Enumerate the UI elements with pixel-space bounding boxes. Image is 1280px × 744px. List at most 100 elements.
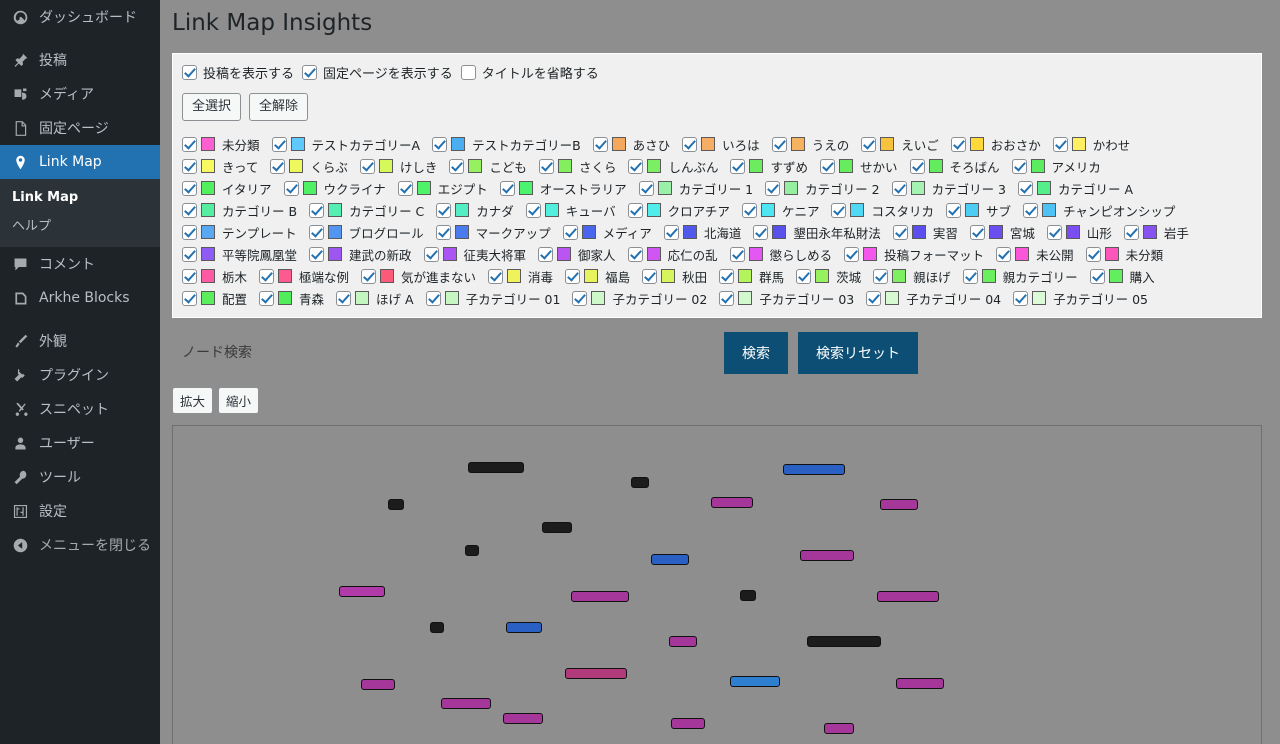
search-button[interactable]: 検索 [724,332,788,375]
category-filter-item[interactable]: 宮城 [969,223,1035,242]
search-input[interactable] [172,332,714,375]
category-checkbox[interactable] [1018,180,1033,196]
category-checkbox[interactable] [182,136,197,152]
category-filter-item[interactable]: クロアチア [627,201,730,220]
category-checkbox[interactable] [432,136,448,152]
truncate-titles-checkbox[interactable] [460,64,476,80]
category-checkbox[interactable] [1011,158,1027,174]
category-filter-item[interactable]: 子カテゴリー 01 [425,289,560,308]
category-checkbox[interactable] [1022,202,1038,218]
category-filter-item[interactable]: カテゴリー 2 [765,179,880,198]
category-checkbox[interactable] [270,158,286,174]
category-filter-item[interactable]: 実習 [892,223,958,242]
category-checkbox[interactable] [628,158,644,174]
toggle-truncate-titles[interactable]: タイトルを省略する [460,63,599,82]
category-filter-item[interactable]: えいご [861,135,939,154]
category-filter-item[interactable]: さくら [538,157,616,176]
category-filter-item[interactable]: マークアップ [435,223,551,242]
category-filter-item[interactable]: 群馬 [719,267,784,286]
show-posts-checkbox[interactable] [182,64,197,80]
category-checkbox[interactable] [962,268,978,284]
category-checkbox[interactable] [873,268,889,284]
category-filter-item[interactable]: せかい [819,157,898,176]
category-filter-item[interactable]: ほげ A [336,289,414,308]
category-filter-item[interactable]: 配置 [182,289,247,308]
category-filter-item[interactable]: かわせ [1052,135,1130,154]
category-filter-item[interactable]: いろは [682,135,760,154]
category-filter-item[interactable]: コスタリカ [831,201,934,220]
category-filter-item[interactable]: テストカテゴリーA [271,135,420,154]
graph-node[interactable] [503,713,543,725]
category-filter-item[interactable]: 親カテゴリー [962,267,1078,286]
graph-node[interactable] [880,499,918,511]
category-filter-item[interactable]: 征夷大将軍 [423,245,526,264]
category-filter-item[interactable]: カテゴリー C [309,201,424,220]
category-checkbox[interactable] [359,158,375,174]
category-filter-item[interactable]: 茨城 [796,267,861,286]
category-checkbox[interactable] [642,268,658,284]
category-checkbox[interactable] [436,202,452,218]
graph-node[interactable] [542,522,572,534]
category-filter-item[interactable]: 未分類 [182,135,260,154]
category-checkbox[interactable] [182,290,197,306]
category-filter-item[interactable]: サブ [945,201,1011,220]
category-checkbox[interactable] [538,158,554,174]
submenu-item-link-map[interactable]: Link Map [0,185,160,210]
category-checkbox[interactable] [1013,290,1029,306]
category-checkbox[interactable] [336,290,352,306]
category-checkbox[interactable] [525,202,541,218]
submenu-item-help[interactable]: ヘルプ [0,210,160,239]
sidebar-item-comments[interactable]: コメント [0,247,160,281]
category-checkbox[interactable] [909,158,925,174]
sidebar-item-dashboard[interactable]: ダッシュボード [0,0,160,34]
category-filter-item[interactable]: 気が進まない [361,267,476,286]
graph-node[interactable] [824,723,854,735]
category-checkbox[interactable] [892,224,908,240]
graph-node[interactable] [669,636,697,648]
category-checkbox[interactable] [423,246,439,262]
category-filter-item[interactable]: 平等院鳳凰堂 [182,245,297,264]
graph-node[interactable] [807,636,881,648]
graph-node[interactable] [571,591,629,603]
category-filter-item[interactable]: カテゴリー B [182,201,297,220]
category-checkbox[interactable] [969,224,985,240]
show-pages-checkbox[interactable] [302,64,318,80]
category-checkbox[interactable] [663,224,679,240]
category-checkbox[interactable] [309,246,325,262]
sidebar-item-posts[interactable]: 投稿 [0,43,160,77]
category-checkbox[interactable] [796,268,812,284]
category-checkbox[interactable] [572,290,588,306]
category-filter-item[interactable]: こども [449,157,527,176]
sidebar-item-plugins[interactable]: プラグイン [0,358,160,392]
category-checkbox[interactable] [1089,268,1105,284]
category-checkbox[interactable] [182,224,197,240]
toggle-show-posts[interactable]: 投稿を表示する [182,63,294,82]
category-filter-item[interactable]: メディア [562,223,652,242]
graph-node[interactable] [468,462,524,474]
category-filter-item[interactable]: 未分類 [1085,245,1163,264]
graph-node[interactable] [339,586,385,598]
category-checkbox[interactable] [1046,224,1062,240]
category-filter-item[interactable]: カテゴリー 3 [891,179,1006,198]
graph-node[interactable] [800,550,854,562]
select-all-button[interactable]: 全選択 [182,92,242,122]
category-checkbox[interactable] [682,136,698,152]
sidebar-item-tools[interactable]: ツール [0,460,160,494]
category-filter-item[interactable]: 墾田永年私財法 [753,223,881,242]
category-filter-item[interactable]: ウクライナ [283,179,386,198]
category-checkbox[interactable] [397,180,413,196]
sidebar-item-appearance[interactable]: 外観 [0,324,160,358]
category-checkbox[interactable] [538,246,554,262]
category-filter-item[interactable]: 購入 [1089,267,1155,286]
category-filter-item[interactable]: チャンピオンシップ [1022,201,1175,220]
zoom-out-button[interactable]: 縮小 [218,387,260,415]
category-checkbox[interactable] [753,224,769,240]
category-filter-item[interactable]: 子カテゴリー 05 [1013,289,1148,308]
category-checkbox[interactable] [831,202,847,218]
category-filter-item[interactable]: カテゴリー A [1018,179,1133,198]
category-filter-item[interactable]: 福島 [565,267,630,286]
category-checkbox[interactable] [449,158,465,174]
category-checkbox[interactable] [488,268,504,284]
category-filter-item[interactable]: すずめ [730,157,808,176]
sidebar-item-media[interactable]: メディア [0,77,160,111]
